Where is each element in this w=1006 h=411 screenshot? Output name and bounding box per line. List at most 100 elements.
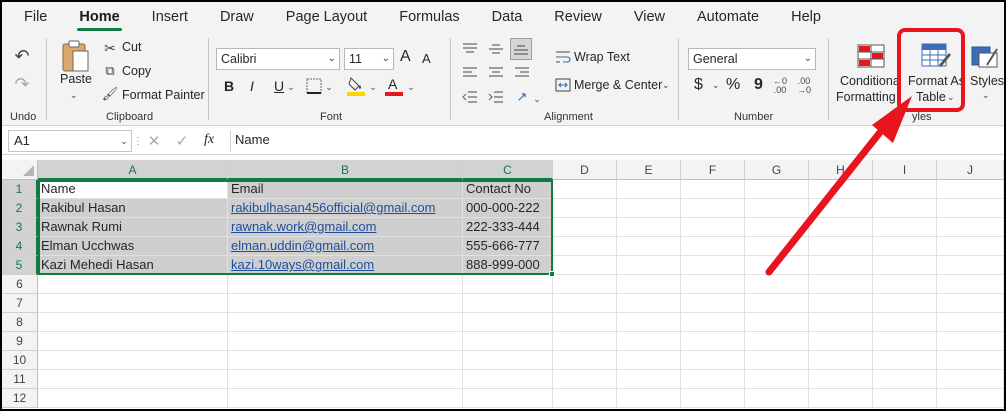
cell-f8[interactable] (681, 313, 745, 332)
cell-e9[interactable] (617, 332, 681, 351)
cell-j5[interactable] (937, 256, 1004, 275)
cell-a12[interactable] (38, 389, 228, 408)
wrap-text-icon[interactable] (554, 48, 572, 66)
cell-h6[interactable] (809, 275, 873, 294)
cell-g10[interactable] (745, 351, 809, 370)
increase-decimal-icon[interactable]: ←0.00 (770, 76, 790, 96)
cell-h10[interactable] (809, 351, 873, 370)
cell-h7[interactable] (809, 294, 873, 313)
tab-home[interactable]: Home (63, 3, 135, 31)
cell-d3[interactable] (553, 218, 617, 237)
currency-dropdown-icon[interactable]: ⌄ (712, 80, 720, 91)
cell-i5[interactable] (873, 256, 937, 275)
tab-help[interactable]: Help (775, 3, 837, 31)
cell-d8[interactable] (553, 313, 617, 332)
cell-a9[interactable] (38, 332, 228, 351)
cell-c9[interactable] (463, 332, 553, 351)
cell-i8[interactable] (873, 313, 937, 332)
cell-g5[interactable] (745, 256, 809, 275)
cell-f2[interactable] (681, 199, 745, 218)
copy-icon[interactable]: ⧉ (102, 63, 118, 79)
cell-c6[interactable] (463, 275, 553, 294)
cell-g9[interactable] (745, 332, 809, 351)
row-header-4[interactable]: 4 (2, 237, 38, 256)
tab-file[interactable]: File (2, 3, 63, 31)
tab-automate[interactable]: Automate (681, 3, 775, 31)
cell-j7[interactable] (937, 294, 1004, 313)
cell-e10[interactable] (617, 351, 681, 370)
column-header-e[interactable]: E (617, 160, 681, 180)
row-header-7[interactable]: 7 (2, 294, 38, 313)
align-middle-icon[interactable] (486, 40, 506, 58)
cell-c2[interactable]: 000-000-222 (463, 199, 553, 218)
cell-j9[interactable] (937, 332, 1004, 351)
column-header-f[interactable]: F (681, 160, 745, 180)
font-name-select[interactable]: Calibri ⌄ (216, 48, 340, 70)
cell-f6[interactable] (681, 275, 745, 294)
cell-f9[interactable] (681, 332, 745, 351)
cell-d5[interactable] (553, 256, 617, 275)
cell-b11[interactable] (228, 370, 463, 389)
cell-j12[interactable] (937, 389, 1004, 408)
cell-i7[interactable] (873, 294, 937, 313)
cell-c3[interactable]: 222-333-444 (463, 218, 553, 237)
cell-f4[interactable] (681, 237, 745, 256)
conditional-formatting-button[interactable]: Conditiona (840, 74, 900, 88)
cell-i10[interactable] (873, 351, 937, 370)
cell-i12[interactable] (873, 389, 937, 408)
align-right-icon[interactable] (512, 64, 532, 82)
cell-i9[interactable] (873, 332, 937, 351)
cell-c8[interactable] (463, 313, 553, 332)
align-bottom-icon[interactable] (510, 38, 532, 60)
row-header-8[interactable]: 8 (2, 313, 38, 332)
cell-b3[interactable]: rawnak.work@gmail.com (228, 218, 463, 237)
cell-j4[interactable] (937, 237, 1004, 256)
undo-icon[interactable]: ↶ (12, 46, 32, 66)
cell-b12[interactable] (228, 389, 463, 408)
cell-c11[interactable] (463, 370, 553, 389)
fill-color-dropdown-icon[interactable]: ⌄ (368, 80, 378, 94)
cell-g12[interactable] (745, 389, 809, 408)
row-header-9[interactable]: 9 (2, 332, 38, 351)
tab-view[interactable]: View (618, 3, 681, 31)
cell-f7[interactable] (681, 294, 745, 313)
cell-g7[interactable] (745, 294, 809, 313)
cell-e5[interactable] (617, 256, 681, 275)
cell-b7[interactable] (228, 294, 463, 313)
merge-dropdown-icon[interactable]: ⌄ (662, 80, 670, 91)
format-painter-button[interactable]: Format Painter (122, 88, 205, 102)
borders-dropdown-icon[interactable]: ⌄ (324, 80, 334, 94)
row-header-11[interactable]: 11 (2, 370, 38, 389)
cell-d9[interactable] (553, 332, 617, 351)
cell-j1[interactable] (937, 180, 1004, 199)
row-header-12[interactable]: 12 (2, 389, 38, 408)
cell-b1[interactable]: Email (228, 180, 463, 199)
cell-e4[interactable] (617, 237, 681, 256)
column-header-c[interactable]: C (463, 160, 553, 180)
cut-icon[interactable]: ✂ (102, 40, 118, 56)
cell-styles-button[interactable]: Styles (970, 74, 1004, 88)
row-header-1[interactable]: 1 (2, 180, 38, 199)
tab-review[interactable]: Review (538, 3, 618, 31)
grow-font-button[interactable]: A (400, 48, 411, 66)
underline-dropdown-icon[interactable]: ⌄ (286, 80, 296, 94)
cell-e11[interactable] (617, 370, 681, 389)
cell-i3[interactable] (873, 218, 937, 237)
redo-icon[interactable]: ↷ (12, 74, 32, 94)
cell-g1[interactable] (745, 180, 809, 199)
percent-button[interactable]: % (726, 76, 740, 94)
cell-a11[interactable] (38, 370, 228, 389)
enter-icon[interactable]: ✓ (172, 131, 192, 151)
insert-function-button[interactable]: fx (204, 132, 214, 148)
cell-a2[interactable]: Rakibul Hasan (38, 199, 228, 218)
paste-button[interactable]: Paste (60, 72, 92, 86)
column-header-a[interactable]: A (38, 160, 228, 180)
shrink-font-button[interactable]: A (422, 51, 431, 66)
cell-g3[interactable] (745, 218, 809, 237)
cell-f10[interactable] (681, 351, 745, 370)
cell-b9[interactable] (228, 332, 463, 351)
cell-h5[interactable] (809, 256, 873, 275)
cell-f5[interactable] (681, 256, 745, 275)
cell-f11[interactable] (681, 370, 745, 389)
align-left-icon[interactable] (460, 64, 480, 82)
